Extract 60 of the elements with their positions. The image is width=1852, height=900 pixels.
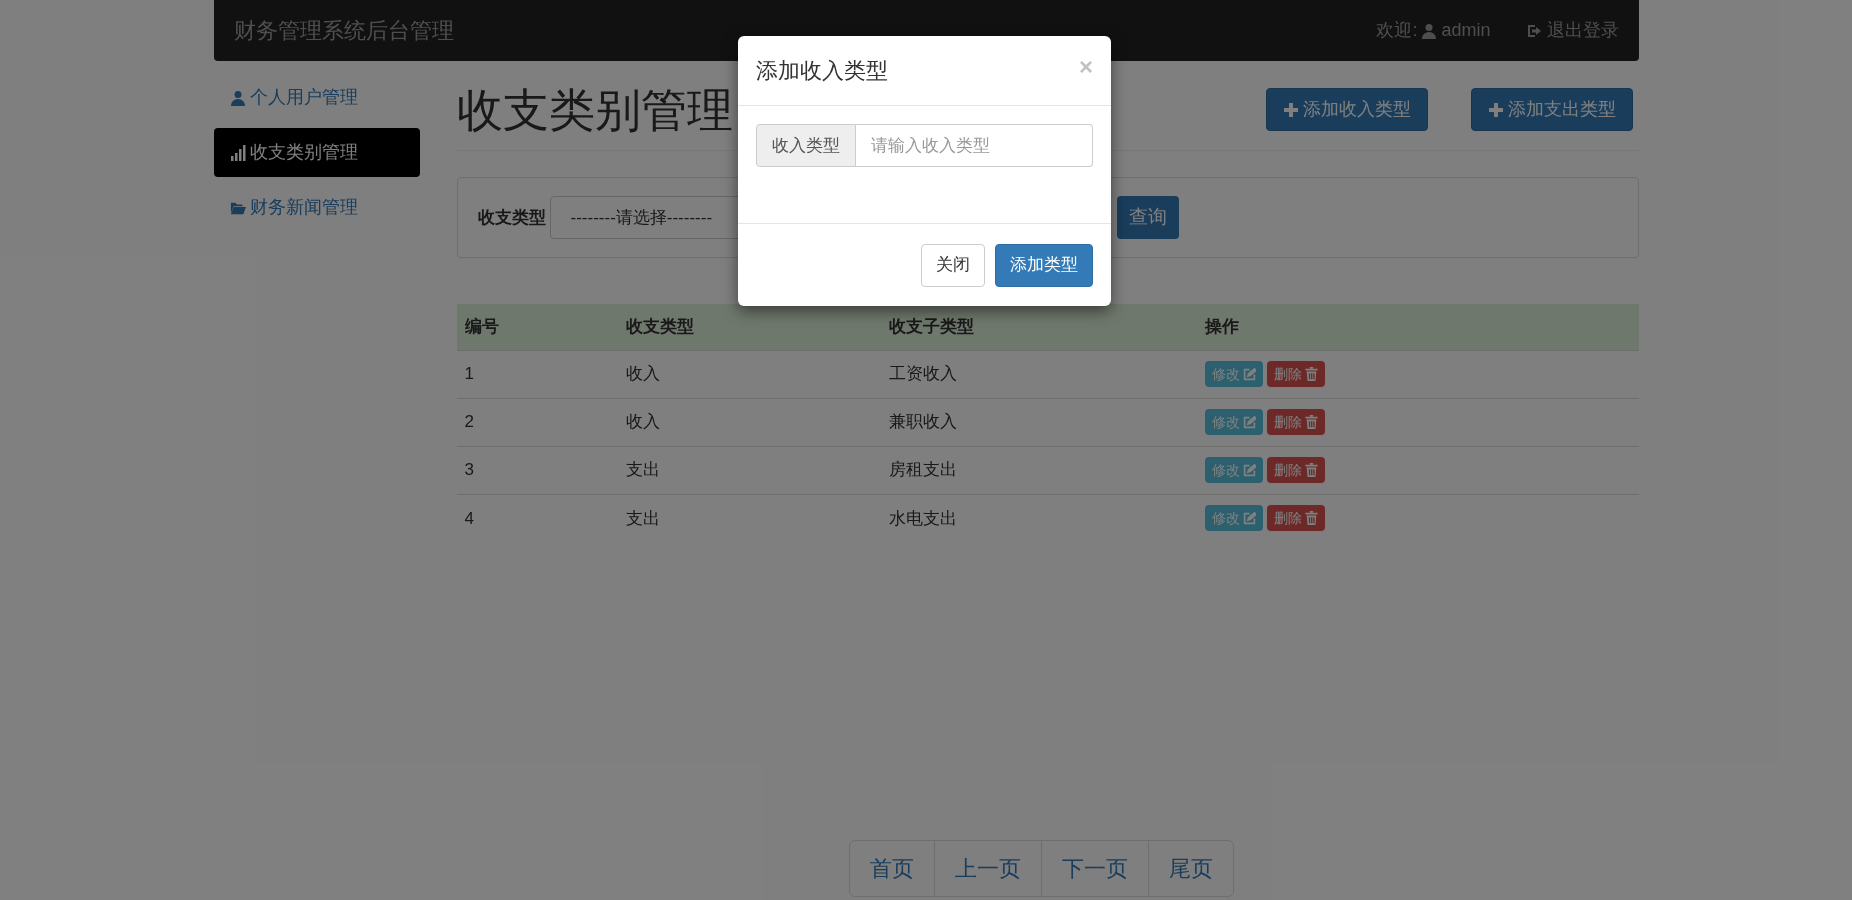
welcome-label: 欢迎: bbox=[1376, 19, 1418, 42]
table-cell: 收入 bbox=[617, 398, 881, 446]
delete-button[interactable]: 删除 bbox=[1266, 361, 1325, 387]
edit-button[interactable]: 修改 bbox=[1204, 505, 1263, 532]
add-type-button[interactable]: 添加类型 bbox=[995, 243, 1093, 287]
delete-button[interactable]: 删除 bbox=[1266, 409, 1325, 435]
table-cell: 水电支出 bbox=[880, 494, 1197, 542]
brand-title[interactable]: 财务管理系统后台管理 bbox=[233, 14, 454, 47]
user-icon bbox=[229, 89, 246, 106]
modal-title: 添加收入类型 bbox=[756, 57, 888, 85]
edit-button[interactable]: 修改 bbox=[1204, 457, 1263, 483]
delete-button[interactable]: 删除 bbox=[1266, 457, 1325, 483]
signal-bars-icon bbox=[229, 144, 246, 161]
page-title: 收支类别管理 bbox=[456, 86, 733, 133]
logout-icon bbox=[1526, 22, 1543, 39]
column-header: 编号 bbox=[456, 304, 618, 350]
table-cell: 4 bbox=[456, 494, 618, 542]
edit-button[interactable]: 修改 bbox=[1204, 409, 1263, 435]
edit-button[interactable]: 修改 bbox=[1204, 361, 1263, 387]
table-cell: 工资收入 bbox=[880, 350, 1197, 398]
delete-button[interactable]: 删除 bbox=[1266, 505, 1325, 532]
logout-link[interactable]: 退出登录 bbox=[1526, 17, 1619, 44]
input-addon-label: 收入类型 bbox=[756, 124, 856, 167]
add-type-button[interactable]: 添加支出类型 bbox=[1470, 88, 1633, 131]
pagination-link[interactable]: 尾页 bbox=[1147, 841, 1233, 896]
sidebar-item[interactable]: 个人用户管理 bbox=[213, 73, 420, 122]
column-header: 收支类型 bbox=[617, 304, 881, 350]
username: admin bbox=[1441, 19, 1491, 42]
table-cell: 房租支出 bbox=[880, 446, 1197, 494]
pagination-link[interactable]: 上一页 bbox=[933, 841, 1041, 896]
filter-label: 收支类型 bbox=[477, 206, 546, 229]
edit-icon bbox=[1242, 463, 1256, 477]
trash-icon bbox=[1304, 415, 1318, 429]
pagination-link[interactable]: 首页 bbox=[849, 841, 934, 896]
plus-icon bbox=[1487, 101, 1504, 118]
trash-icon bbox=[1304, 511, 1318, 526]
add-type-button[interactable]: 添加收入类型 bbox=[1265, 88, 1428, 131]
sidebar-item[interactable]: 收支类别管理 bbox=[213, 128, 420, 177]
table-cell: 收入 bbox=[617, 350, 881, 398]
user-icon bbox=[1421, 22, 1438, 39]
edit-icon bbox=[1242, 367, 1256, 381]
sidebar-item[interactable]: 财务新闻管理 bbox=[213, 183, 420, 232]
table-cell: 2 bbox=[456, 398, 618, 446]
close-modal-button[interactable]: 关闭 bbox=[921, 243, 985, 287]
trash-icon bbox=[1304, 463, 1318, 477]
trash-icon bbox=[1304, 367, 1318, 381]
table-cell: 1 bbox=[456, 350, 618, 398]
plus-icon bbox=[1282, 101, 1299, 118]
column-header: 操作 bbox=[1196, 304, 1639, 350]
edit-icon bbox=[1242, 511, 1256, 525]
table-cell: 支出 bbox=[617, 494, 881, 542]
column-header: 收支子类型 bbox=[880, 304, 1197, 350]
table-cell: 3 bbox=[456, 446, 618, 494]
type-input-field[interactable]: 请输入收入类型 bbox=[856, 124, 1093, 167]
table-cell: 兼职收入 bbox=[880, 398, 1197, 446]
search-button[interactable]: 查询 bbox=[1116, 196, 1179, 239]
table-cell: 支出 bbox=[617, 446, 881, 494]
pagination-link[interactable]: 下一页 bbox=[1040, 841, 1148, 896]
edit-icon bbox=[1242, 415, 1256, 429]
close-button[interactable]: × bbox=[1079, 54, 1093, 79]
